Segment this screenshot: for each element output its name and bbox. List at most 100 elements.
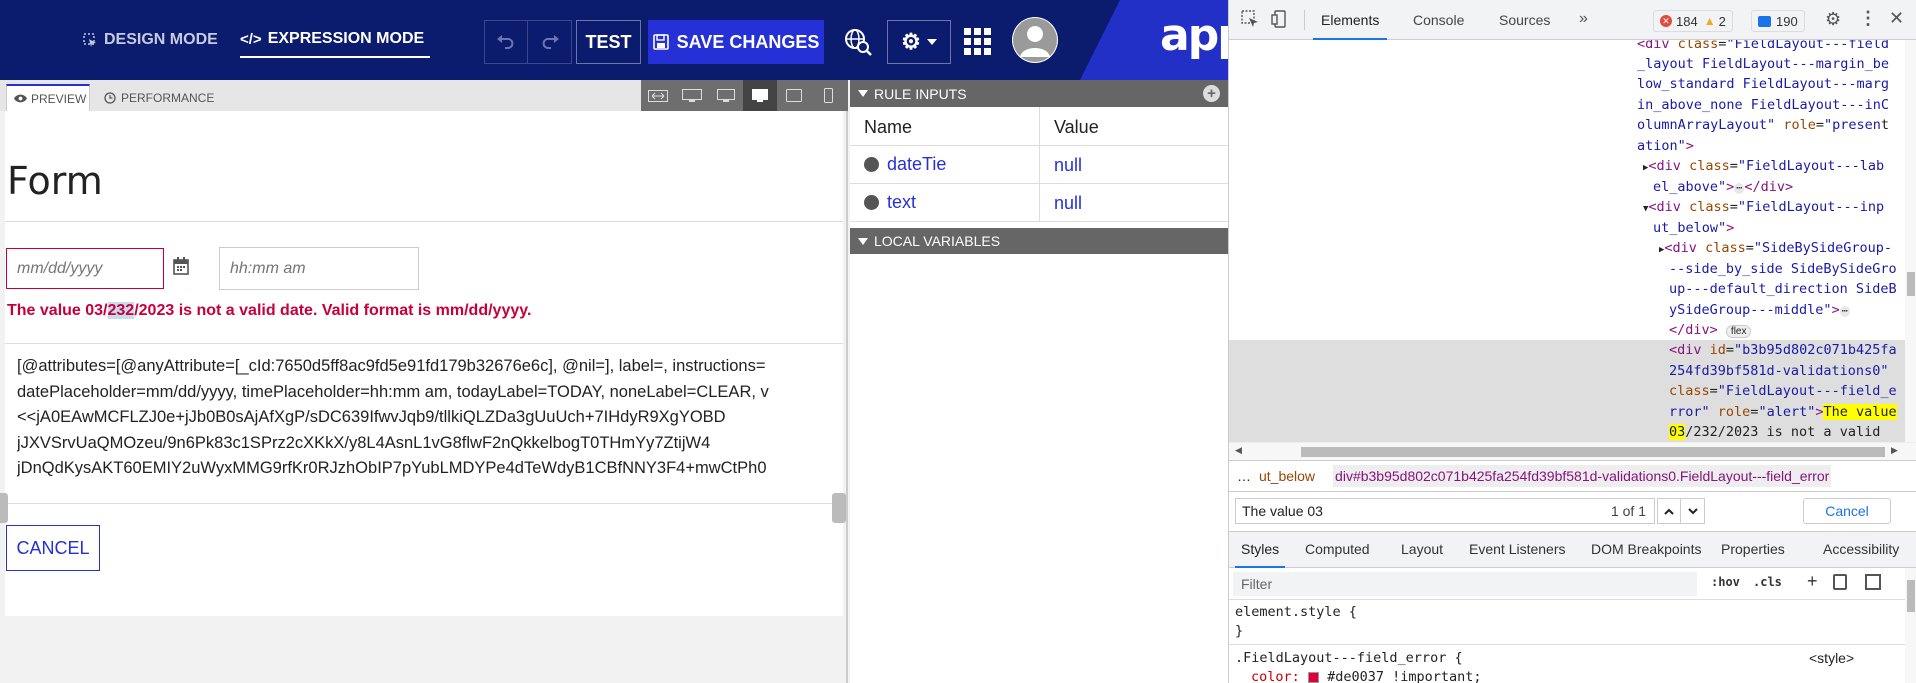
dom-search-value: The value 03 (1242, 503, 1323, 519)
rule-inputs-title: RULE INPUTS (874, 85, 967, 102)
device-icon (1271, 10, 1286, 28)
debug-output: [@attributes=[@anyAttribute=[_cId:7650d5… (17, 354, 843, 491)
local-variables-header[interactable]: LOCAL VARIABLES (850, 228, 1228, 254)
flex-badge[interactable]: flex (1725, 325, 1752, 338)
chevron-down-icon (926, 39, 937, 45)
test-button[interactable]: TEST (576, 20, 641, 64)
color-swatch[interactable] (1307, 671, 1319, 683)
close-devtools-button[interactable]: ✕ (1889, 8, 1904, 29)
vertical-scrollbar[interactable] (1905, 40, 1916, 442)
avatar[interactable] (1012, 17, 1058, 63)
dom-line: <div class="FieldLayout---field (1637, 40, 1889, 52)
tab-computed[interactable]: Computed (1305, 541, 1370, 557)
settings-button[interactable]: ⚙ (1825, 9, 1841, 30)
search-cancel-button[interactable]: Cancel (1803, 498, 1891, 524)
style-source-link[interactable]: <style> (1809, 650, 1854, 666)
error-counter[interactable]: ✕ 184 ▲ 2 (1653, 10, 1733, 32)
paint-icon[interactable] (1833, 574, 1847, 590)
more-options-button[interactable]: ⋮ (1859, 8, 1877, 29)
tab-styles[interactable]: Styles (1235, 532, 1286, 568)
table-row[interactable]: dateTie null (850, 146, 1228, 184)
hov-toggle[interactable]: :hov (1711, 575, 1740, 589)
status-dot (864, 195, 879, 210)
chevron-down-icon (1687, 507, 1698, 514)
scroll-left-icon[interactable]: ◀ (1235, 445, 1242, 456)
monitor-icon (752, 88, 768, 102)
tab-elements[interactable]: Elements (1313, 0, 1388, 40)
inspect-element-button[interactable] (1241, 10, 1261, 30)
tab-console[interactable]: Console (1413, 12, 1464, 28)
element-style-close: } (1235, 623, 1244, 639)
design-mode-button[interactable]: DESIGN MODE (82, 22, 224, 58)
date-input[interactable] (6, 248, 164, 289)
styles-tabbar: Styles Computed Layout Event Listeners D… (1229, 532, 1916, 568)
calendar-icon (173, 257, 189, 275)
tablet-button[interactable] (777, 80, 811, 111)
web-search-button[interactable] (838, 20, 878, 64)
search-prev-button[interactable] (1657, 498, 1681, 524)
grid-icon (964, 28, 991, 55)
fit-width-button[interactable] (641, 80, 675, 111)
phone-button[interactable] (811, 80, 845, 111)
tab-properties[interactable]: Properties (1721, 541, 1785, 557)
search-next-button[interactable] (1681, 498, 1705, 524)
app-launcher-button[interactable] (962, 26, 994, 58)
save-changes-label: SAVE CHANGES (676, 31, 820, 52)
rule-input-value[interactable]: null (1040, 146, 1096, 183)
tab-sources[interactable]: Sources (1499, 12, 1550, 28)
rule-inputs-header[interactable]: RULE INPUTS + (850, 80, 1228, 107)
breadcrumb-item-selected[interactable]: div#b3b95d802c071b425fa254fd39bf581d-val… (1333, 465, 1832, 487)
tab-layout[interactable]: Layout (1401, 541, 1443, 557)
tab-dom-breakpoints[interactable]: DOM Breakpoints (1591, 541, 1701, 557)
undo-button[interactable] (484, 20, 528, 64)
laptop-button[interactable] (743, 80, 777, 111)
styles-filter-input[interactable]: Filter (1233, 572, 1697, 596)
tab-preview[interactable]: PREVIEW (6, 84, 90, 111)
app-designer: DESIGN MODE </> EXPRESSION MODE TEST SAV… (0, 0, 1228, 683)
sidebar-toggle-icon[interactable] (1865, 574, 1881, 590)
collapse-left-handle[interactable] (0, 493, 8, 523)
styles-scrollbar[interactable] (1905, 568, 1916, 683)
tab-performance[interactable]: PERFORMANCE (104, 84, 214, 111)
dom-line: in_above_none FieldLayout---inC (1637, 97, 1889, 113)
dom-node[interactable]: ▶<div class="FieldLayout---lab (1643, 156, 1884, 179)
dom-line: _layout FieldLayout---margin_be (1637, 56, 1889, 72)
element-style-rule[interactable]: element.style { (1235, 604, 1357, 620)
scroll-right-icon[interactable]: ▶ (1891, 445, 1898, 456)
undo-icon (497, 35, 514, 49)
dom-line: low_standard FieldLayout---marg (1637, 76, 1889, 92)
error-text-end: /2023 is not a valid date. Valid format … (134, 302, 532, 319)
calendar-button[interactable] (173, 257, 193, 279)
error-icon: ✕ (1660, 15, 1672, 27)
dom-node[interactable]: ▶<div class="SideBySideGroup- (1659, 238, 1892, 261)
horizontal-scrollbar[interactable]: ◀ ▶ (1229, 442, 1916, 460)
breadcrumb-item[interactable]: ut_below (1259, 468, 1315, 484)
device-toggle-button[interactable] (1271, 10, 1291, 30)
error-divider (5, 343, 843, 344)
kebab-menu-icon: ⋮ (1859, 8, 1877, 28)
inspect-icon (1241, 10, 1258, 27)
rule-input-value[interactable]: null (1040, 184, 1096, 221)
cancel-button[interactable]: CANCEL (6, 525, 100, 571)
expression-mode-button[interactable]: </> EXPRESSION MODE (240, 22, 430, 58)
add-rule-input-button[interactable]: + (1203, 85, 1220, 102)
new-style-rule-button[interactable]: + (1807, 571, 1818, 592)
redo-button[interactable] (528, 20, 572, 64)
rule-input-name-cell: text (850, 184, 1040, 221)
dom-search-input[interactable]: The value 03 1 of 1 (1235, 498, 1655, 524)
cls-toggle[interactable]: .cls (1753, 575, 1782, 589)
dom-node[interactable]: ▼<div class="FieldLayout---inp (1643, 197, 1884, 220)
more-tabs-button[interactable]: » (1579, 10, 1588, 28)
settings-menu-button[interactable]: ⚙ (887, 20, 951, 64)
collapse-right-handle[interactable] (832, 493, 846, 523)
rule-input-name: dateTie (887, 154, 947, 174)
tab-accessibility[interactable]: Accessibility (1823, 541, 1899, 557)
wide-desktop-button[interactable] (675, 80, 709, 111)
issues-counter[interactable]: 190 (1751, 10, 1805, 32)
css-selector[interactable]: .FieldLayout---field_error { (1235, 650, 1463, 666)
save-changes-button[interactable]: SAVE CHANGES (648, 20, 824, 64)
time-input[interactable] (219, 247, 419, 290)
table-row[interactable]: text null (850, 184, 1228, 222)
tab-event-listeners[interactable]: Event Listeners (1469, 541, 1566, 557)
desktop-button[interactable] (709, 80, 743, 111)
